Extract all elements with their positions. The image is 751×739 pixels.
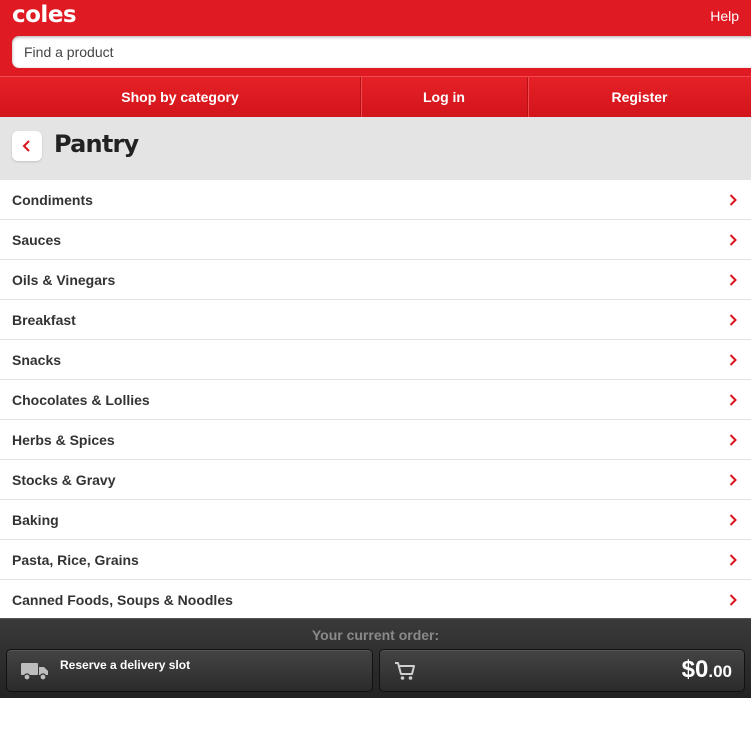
cart-button[interactable]: $0.00 xyxy=(379,649,745,692)
list-item-pasta-rice-grains[interactable]: Pasta, Rice, Grains xyxy=(0,540,751,580)
site-header: coles Help xyxy=(0,0,751,76)
list-item-label: Canned Foods, Soups & Noodles xyxy=(12,591,233,608)
coles-logo[interactable]: coles xyxy=(12,2,77,28)
list-item-chocolates-lollies[interactable]: Chocolates & Lollies xyxy=(0,380,751,420)
list-item-stocks-gravy[interactable]: Stocks & Gravy xyxy=(0,460,751,500)
chevron-right-icon xyxy=(727,593,739,607)
top-nav: Shop by category Log in Register xyxy=(0,76,751,117)
list-item-label: Herbs & Spices xyxy=(12,431,115,448)
cart-total-cents: .00 xyxy=(708,662,732,681)
list-item-condiments[interactable]: Condiments xyxy=(0,180,751,220)
chevron-right-icon xyxy=(727,353,739,367)
list-item-sauces[interactable]: Sauces xyxy=(0,220,751,260)
list-item-label: Chocolates & Lollies xyxy=(12,391,150,408)
order-footer: Your current order: Reserve a delivery s… xyxy=(0,618,751,698)
reserve-delivery-slot-label: Reserve a delivery slot xyxy=(60,658,191,672)
chevron-right-icon xyxy=(727,313,739,327)
chevron-right-icon xyxy=(727,473,739,487)
list-item-label: Breakfast xyxy=(12,311,76,328)
chevron-right-icon xyxy=(727,233,739,247)
list-item-baking[interactable]: Baking xyxy=(0,500,751,540)
chevron-right-icon xyxy=(727,273,739,287)
chevron-right-icon xyxy=(727,433,739,447)
nav-log-in[interactable]: Log in xyxy=(361,77,528,117)
list-item-label: Stocks & Gravy xyxy=(12,471,116,488)
cart-total: $0.00 xyxy=(682,656,732,684)
chevron-right-icon xyxy=(727,193,739,207)
cart-icon xyxy=(395,662,415,680)
nav-shop-by-category[interactable]: Shop by category xyxy=(0,77,361,117)
list-item-oils-vinegars[interactable]: Oils & Vinegars xyxy=(0,260,751,300)
chevron-right-icon xyxy=(727,393,739,407)
list-item-breakfast[interactable]: Breakfast xyxy=(0,300,751,340)
list-item-canned-foods[interactable]: Canned Foods, Soups & Noodles xyxy=(0,580,751,620)
category-list: Condiments Sauces Oils & Vinegars Breakf… xyxy=(0,180,751,620)
list-item-label: Baking xyxy=(12,511,59,528)
help-link[interactable]: Help xyxy=(710,8,739,24)
list-item-snacks[interactable]: Snacks xyxy=(0,340,751,380)
nav-register[interactable]: Register xyxy=(528,77,751,117)
chevron-right-icon xyxy=(727,513,739,527)
list-item-label: Snacks xyxy=(12,351,62,368)
cart-total-dollars: $0 xyxy=(681,656,709,683)
back-button[interactable] xyxy=(12,131,42,161)
search-input[interactable] xyxy=(12,36,751,68)
reserve-delivery-slot-button[interactable]: Reserve a delivery slot xyxy=(6,649,373,692)
page-title-bar: Pantry xyxy=(0,117,751,180)
list-item-herbs-spices[interactable]: Herbs & Spices xyxy=(0,420,751,460)
search-box[interactable] xyxy=(12,36,751,68)
chevron-left-icon xyxy=(22,140,30,152)
truck-icon xyxy=(21,663,48,681)
list-item-label: Pasta, Rice, Grains xyxy=(12,551,139,568)
chevron-right-icon xyxy=(727,553,739,567)
list-item-label: Sauces xyxy=(12,231,62,248)
list-item-label: Oils & Vinegars xyxy=(12,271,116,288)
current-order-label: Your current order: xyxy=(311,627,440,643)
list-item-label: Condiments xyxy=(12,191,93,208)
page-title: Pantry xyxy=(54,130,139,158)
